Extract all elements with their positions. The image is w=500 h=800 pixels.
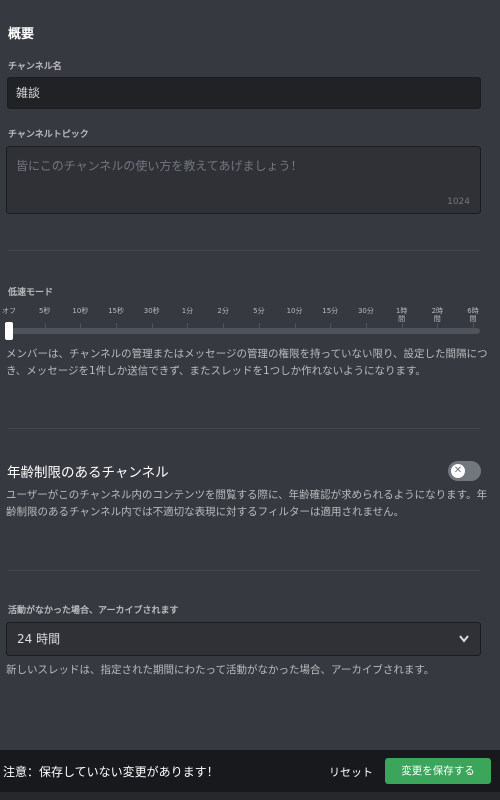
slowmode-tick-label: 1時 間 xyxy=(395,307,408,323)
channel-topic-textarea[interactable]: 皆にこのチャンネルの使い方を教えてあげましょう！ 1024 xyxy=(6,146,481,214)
age-restricted-title: 年齢制限のあるチャンネル xyxy=(7,465,169,481)
channel-topic-label: チャンネルトピック xyxy=(8,130,89,140)
character-counter: 1024 xyxy=(447,197,470,207)
slowmode-tick-label: オフ xyxy=(2,307,16,315)
unsaved-changes-message: 注意：保存していない変更があります！ xyxy=(3,765,219,779)
slowmode-tick-label: 2時 間 xyxy=(431,307,444,323)
channel-name-input[interactable]: 雑談 xyxy=(7,77,481,109)
slowmode-tick-label: 5秒 xyxy=(38,307,51,315)
slowmode-label: 低速モード xyxy=(8,288,54,298)
section-title: 概要 xyxy=(8,27,35,42)
slowmode-tick-label: 2分 xyxy=(217,307,229,315)
slowmode-tick-label: 5分 xyxy=(253,307,265,315)
age-restricted-help-text: ユーザーがこのチャンネル内のコンテンツを閲覧する際に、年齢確認が求められるように… xyxy=(6,489,488,518)
bottom-strip xyxy=(0,792,500,800)
slowmode-tick-label: 1分 xyxy=(181,307,194,315)
archive-selected-value: 24 時間 xyxy=(17,632,61,646)
slowmode-tick-label: 30秒 xyxy=(143,307,160,315)
unsaved-changes-bar: 注意：保存していない変更があります！ リセット 変更を保存する xyxy=(0,750,500,792)
channel-topic-placeholder: 皆にこのチャンネルの使い方を教えてあげましょう！ xyxy=(16,159,303,173)
slowmode-help-text: メンバーは、チャンネルの管理またはメッセージの管理の権限を持っていない限り、設定… xyxy=(6,348,488,377)
slowmode-slider-handle[interactable] xyxy=(5,322,13,340)
archive-label: 活動がなかった場合、アーカイブされます xyxy=(8,606,179,616)
divider xyxy=(8,570,480,571)
channel-name-label: チャンネル名 xyxy=(8,62,62,72)
age-restricted-toggle[interactable]: ✕ xyxy=(448,461,481,481)
slowmode-tick-labels: オフ 5秒 10秒 15秒 30秒 1分 2分 5分 10分 15分 30分 1時 間 2時 間 6時 間 xyxy=(0,307,500,329)
archive-help-text: 新しいスレッドは、指定された期間にわたって活動がなかった場合、アーカイブされます… xyxy=(6,664,435,676)
slowmode-slider-track[interactable] xyxy=(8,328,480,334)
x-icon: ✕ xyxy=(451,464,465,478)
slowmode-tick-label: 15秒 xyxy=(108,307,125,315)
divider xyxy=(8,250,480,251)
channel-settings-overview: 概要 チャンネル名 雑談 チャンネルトピック 皆にこのチャンネルの使い方を教えて… xyxy=(0,0,500,800)
slowmode-tick-label: 30分 xyxy=(357,307,374,315)
slowmode-tick-label: 10秒 xyxy=(72,307,89,315)
slowmode-tick-label: 6時 間 xyxy=(467,307,479,323)
slowmode-tick-label: 10分 xyxy=(286,307,303,315)
archive-duration-select[interactable]: 24 時間 xyxy=(6,622,481,656)
slowmode-tick-label: 15分 xyxy=(322,307,339,315)
chevron-down-icon xyxy=(458,623,470,667)
divider xyxy=(8,428,480,429)
reset-button[interactable]: リセット xyxy=(329,764,373,780)
save-changes-button[interactable]: 変更を保存する xyxy=(385,758,491,784)
